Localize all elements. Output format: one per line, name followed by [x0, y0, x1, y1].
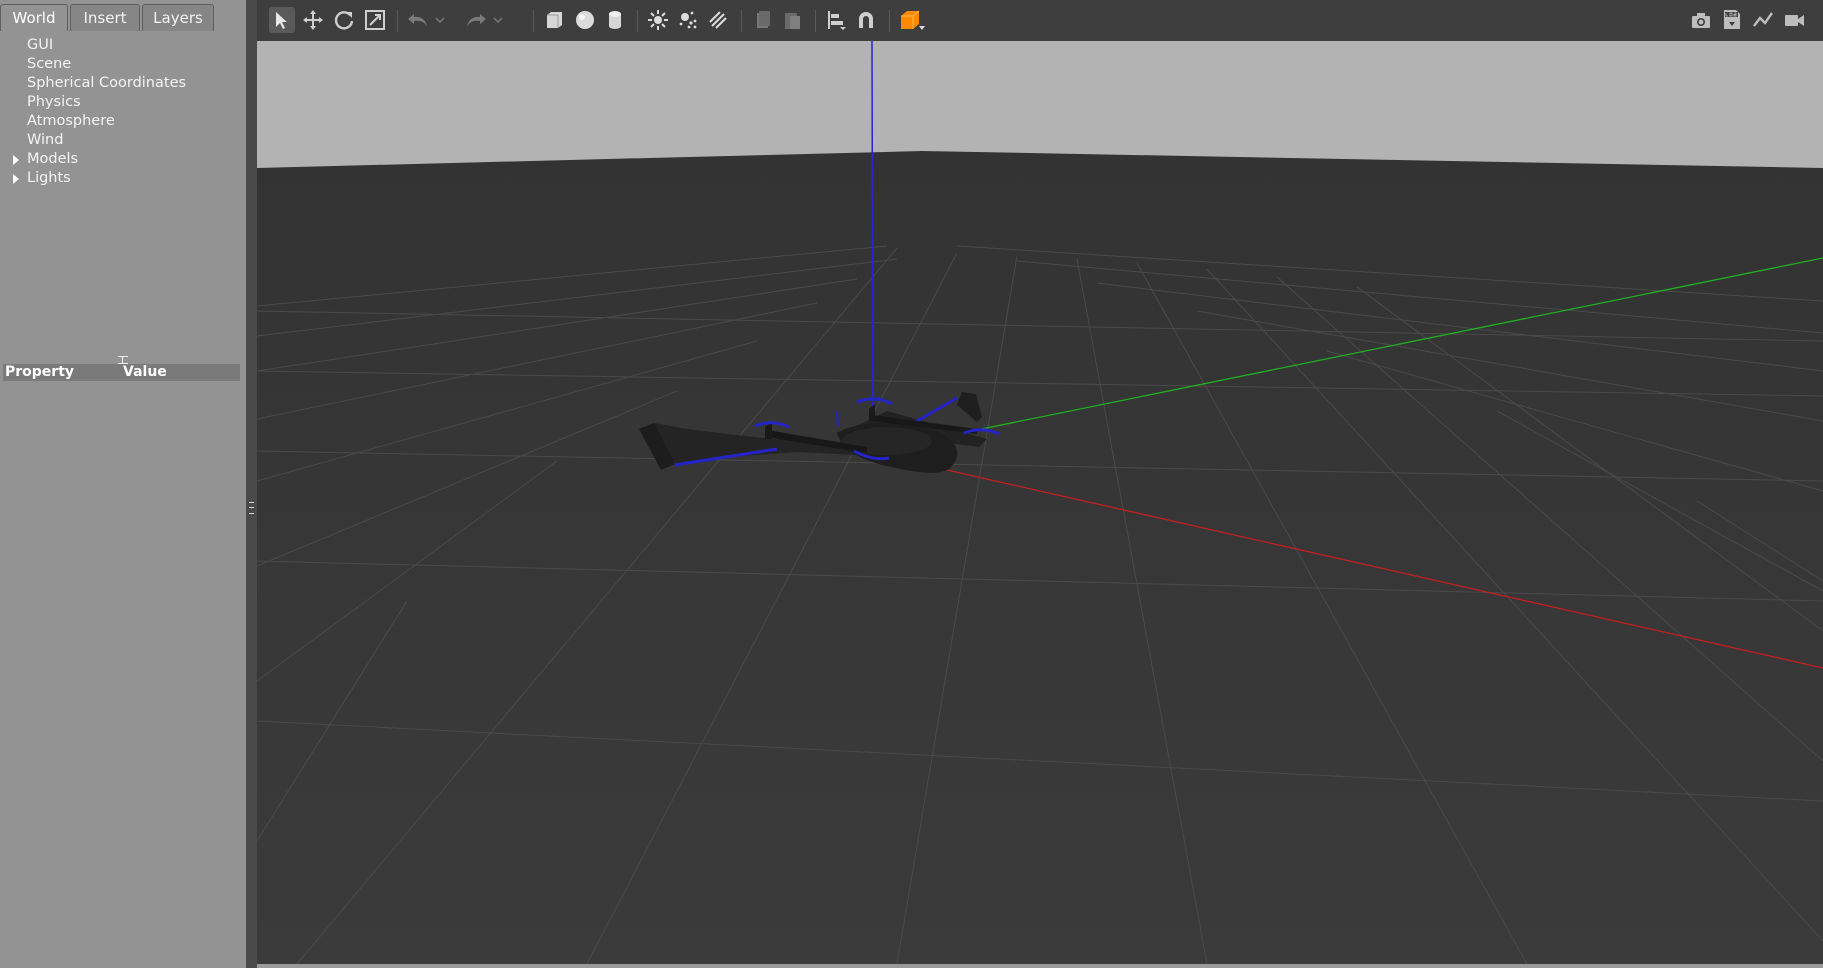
toolbar-separator: [741, 10, 742, 32]
tab-insert[interactable]: Insert: [70, 4, 140, 31]
redo-button[interactable]: [463, 7, 489, 33]
tree-item-gui[interactable]: GUI: [0, 36, 246, 55]
panel-collapse-handle[interactable]: [246, 0, 257, 968]
tree-item-scene[interactable]: Scene: [0, 55, 246, 74]
translate-mode-button[interactable]: [300, 7, 326, 33]
toolbar-separator: [637, 10, 638, 32]
left-panel: World Insert Layers GUI Scene Spherical …: [0, 0, 246, 968]
toolbar-separator: [889, 10, 890, 32]
translate-icon: [303, 10, 323, 30]
tree-item-label: Spherical Coordinates: [27, 75, 187, 91]
align-icon: [828, 11, 846, 30]
plot-button[interactable]: [1750, 7, 1776, 33]
tree-item-label: Models: [27, 151, 79, 167]
tree-item-lights[interactable]: Lights: [0, 169, 246, 188]
video-record-icon: [1785, 15, 1804, 26]
panel-tabbar: World Insert Layers: [0, 4, 246, 31]
insert-directional-light-button[interactable]: [705, 7, 731, 33]
column-header-value[interactable]: Value: [123, 364, 167, 381]
rotate-icon: [334, 11, 354, 30]
select-arrow-icon: [276, 12, 287, 29]
3d-viewport[interactable]: [257, 41, 1823, 964]
tree-item-label: Lights: [27, 170, 71, 186]
point-light-icon: [648, 10, 668, 30]
tree-item-wind[interactable]: Wind: [0, 131, 246, 150]
tree-item-label: GUI: [27, 37, 54, 53]
insert-sphere-button[interactable]: [572, 7, 598, 33]
align-button[interactable]: [823, 7, 849, 33]
grip-icon: [249, 502, 254, 514]
view-angle-icon: [901, 10, 925, 30]
undo-history-dropdown[interactable]: [433, 7, 447, 33]
toolbar: [257, 0, 1823, 42]
tree-item-label: Wind: [27, 132, 64, 148]
toolbar-separator: [815, 10, 816, 32]
insert-point-light-button[interactable]: [645, 7, 671, 33]
bottom-status-strip: [257, 964, 1823, 968]
ground-plane: [257, 151, 1823, 964]
plot-icon: [1753, 12, 1773, 27]
video-record-button[interactable]: [1781, 7, 1807, 33]
chevron-down-icon: [493, 17, 503, 24]
view-angle-button[interactable]: [897, 7, 927, 33]
snap-button[interactable]: [853, 7, 879, 33]
sphere-icon: [576, 11, 594, 29]
box-icon: [547, 12, 562, 28]
tree-item-label: Scene: [27, 56, 72, 72]
column-header-property[interactable]: Property: [5, 364, 74, 381]
property-table-header: Property Value: [3, 364, 240, 381]
scale-icon: [365, 10, 385, 30]
paste-button[interactable]: [779, 7, 805, 33]
tree-item-atmosphere[interactable]: Atmosphere: [0, 112, 246, 131]
tab-world[interactable]: World: [0, 4, 68, 31]
expand-arrow-icon[interactable]: [13, 174, 19, 184]
copy-icon: [757, 11, 770, 28]
tree-item-spherical-coordinates[interactable]: Spherical Coordinates: [0, 74, 246, 93]
redo-icon: [467, 14, 486, 27]
directional-light-icon: [709, 11, 727, 29]
z-axis: [871, 41, 874, 437]
expand-arrow-icon[interactable]: [13, 155, 19, 165]
insert-cylinder-button[interactable]: [602, 7, 628, 33]
tab-layers[interactable]: Layers: [142, 4, 214, 31]
tree-item-physics[interactable]: Physics: [0, 93, 246, 112]
spot-light-icon: [679, 11, 697, 29]
splitter-handle[interactable]: [118, 356, 128, 364]
snap-magnet-icon: [859, 12, 873, 28]
log-button[interactable]: [1719, 7, 1745, 33]
redo-history-dropdown[interactable]: [491, 7, 505, 33]
paste-icon: [785, 13, 800, 29]
log-icon: [1724, 10, 1740, 29]
insert-spot-light-button[interactable]: [675, 7, 701, 33]
chevron-down-icon: [435, 17, 445, 24]
toolbar-separator: [397, 10, 398, 32]
toolbar-separator: [533, 10, 534, 32]
select-mode-button[interactable]: [269, 7, 295, 33]
tree-item-label: Atmosphere: [27, 113, 115, 129]
screenshot-camera-icon: [1692, 13, 1710, 28]
undo-icon: [408, 14, 427, 27]
world-tree: GUI Scene Spherical Coordinates Physics …: [0, 36, 246, 188]
cylinder-icon: [609, 11, 621, 29]
scale-mode-button[interactable]: [362, 7, 388, 33]
tree-item-models[interactable]: Models: [0, 150, 246, 169]
screenshot-button[interactable]: [1688, 7, 1714, 33]
insert-box-button[interactable]: [541, 7, 567, 33]
scene-render: [257, 41, 1823, 964]
rotate-mode-button[interactable]: [331, 7, 357, 33]
undo-button[interactable]: [405, 7, 431, 33]
tree-item-label: Physics: [27, 94, 81, 110]
copy-button[interactable]: [749, 7, 775, 33]
